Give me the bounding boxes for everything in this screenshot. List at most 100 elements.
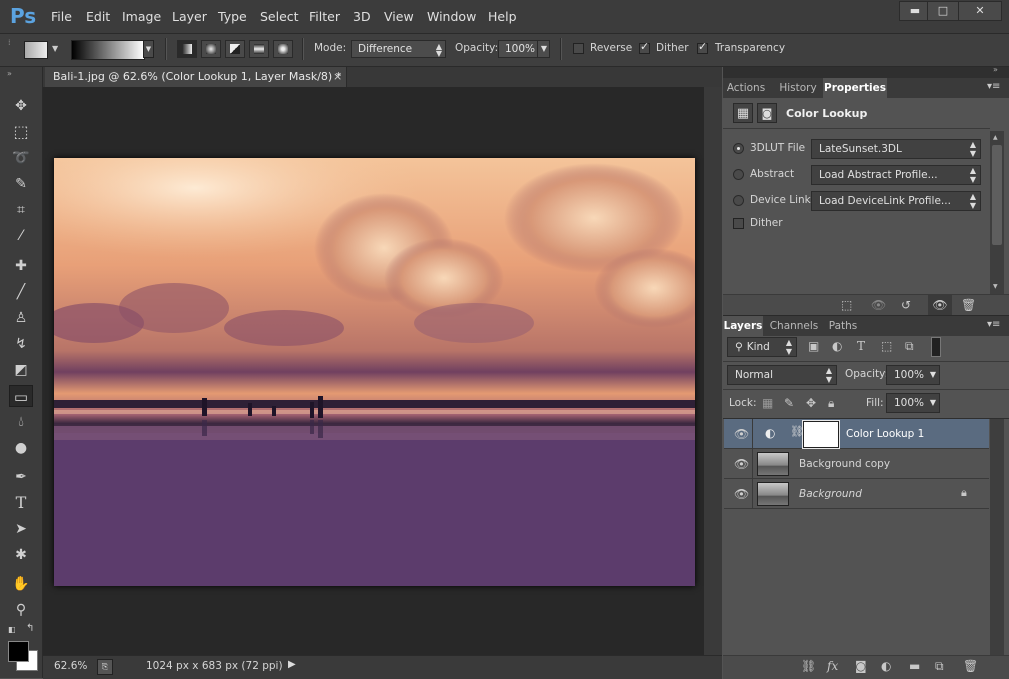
tab-layers[interactable]: Layers: [723, 316, 763, 336]
mode-dropdown[interactable]: Difference ▲ ▼: [351, 40, 446, 58]
blur-tool-icon[interactable]: 💧︎: [9, 411, 33, 433]
filter-kind-select[interactable]: ⚲ Kind ▲ ▼: [727, 337, 797, 357]
move-tool-icon[interactable]: ✥: [9, 95, 33, 117]
clone-stamp-tool-icon[interactable]: ♙: [9, 307, 33, 329]
crop-tool-icon[interactable]: ⌗: [9, 199, 33, 221]
properties-scrollbar[interactable]: ▲ ▼: [990, 131, 1004, 294]
history-brush-tool-icon[interactable]: ↯: [9, 333, 33, 355]
angle-gradient-button[interactable]: [225, 40, 245, 58]
layer-name[interactable]: Color Lookup 1: [846, 428, 924, 440]
scroll-up-icon[interactable]: ▲: [993, 134, 998, 141]
filter-smart-objects-icon[interactable]: ⧉: [905, 339, 914, 354]
chevron-down-icon[interactable]: ▼: [930, 394, 936, 412]
reflected-gradient-button[interactable]: [249, 40, 269, 58]
menu-help[interactable]: Help: [488, 9, 517, 24]
radio-3dlut[interactable]: [733, 143, 744, 154]
foreground-color-swatch[interactable]: [8, 641, 29, 662]
tab-history[interactable]: History: [775, 78, 821, 98]
status-menu-arrow-icon[interactable]: ▶: [288, 659, 296, 670]
layer-name[interactable]: Background: [799, 488, 862, 500]
chevron-down-icon[interactable]: ▼: [930, 366, 936, 384]
toggle-visibility-icon[interactable]: 👁︎: [928, 295, 952, 315]
radio-device-link[interactable]: [733, 195, 744, 206]
marquee-tool-icon[interactable]: ⬚: [9, 121, 33, 143]
eraser-tool-icon[interactable]: ◩: [9, 359, 33, 381]
healing-brush-tool-icon[interactable]: ✚: [9, 255, 33, 277]
layer-visibility-eye-icon[interactable]: 👁︎: [734, 487, 749, 501]
custom-shape-tool-icon[interactable]: ✱: [9, 544, 33, 566]
maximize-button[interactable]: □: [927, 1, 959, 21]
default-colors-icon[interactable]: ◧: [8, 625, 16, 634]
adjustment-grid-icon[interactable]: ▦: [733, 103, 753, 123]
gradient-tool-icon[interactable]: ▭: [9, 385, 33, 407]
lock-transparent-pixels-icon[interactable]: ▦: [762, 396, 773, 410]
add-mask-icon[interactable]: ◙: [855, 659, 867, 673]
delete-adjustment-icon[interactable]: 🗑︎: [961, 298, 976, 312]
lock-position-icon[interactable]: ✥: [806, 396, 816, 410]
collapse-arrows-icon[interactable]: »: [7, 69, 12, 78]
filter-shape-layers-icon[interactable]: ⬚: [881, 339, 892, 353]
properties-dither-checkbox[interactable]: [733, 218, 744, 229]
menu-file[interactable]: File: [51, 9, 72, 24]
pen-tool-icon[interactable]: ✒: [9, 466, 33, 488]
new-group-icon[interactable]: ▬: [909, 659, 920, 673]
mask-icon[interactable]: ◙: [757, 103, 777, 123]
panel-menu-icon[interactable]: ▾≡: [987, 81, 1000, 92]
lock-all-icon[interactable]: 🔒︎: [828, 396, 834, 411]
lasso-tool-icon[interactable]: ➰: [9, 147, 33, 169]
menu-select[interactable]: Select: [260, 9, 299, 24]
chevron-down-icon[interactable]: ▼: [52, 44, 58, 53]
reverse-checkbox[interactable]: [573, 43, 584, 54]
clip-to-layer-icon[interactable]: ⬚: [841, 298, 852, 312]
share-icon[interactable]: ⎘: [97, 659, 113, 675]
opacity-input[interactable]: 100% ▼: [498, 40, 550, 58]
layer-visibility-eye-icon[interactable]: 👁︎: [734, 457, 749, 471]
quick-selection-tool-icon[interactable]: ✎: [9, 173, 33, 195]
select-3dlut-file[interactable]: LateSunset.3DL ▲ ▼: [811, 139, 981, 159]
gradient-dropdown-icon[interactable]: ▼: [143, 40, 154, 58]
chevron-down-icon[interactable]: ▼: [536, 41, 547, 57]
transparency-checkbox[interactable]: [697, 40, 708, 54]
radial-gradient-button[interactable]: [201, 40, 221, 58]
diamond-gradient-button[interactable]: [273, 40, 293, 58]
photoshop-logo[interactable]: Ps: [10, 4, 36, 28]
tab-channels[interactable]: Channels: [769, 316, 819, 336]
vertical-scrollbar[interactable]: [704, 87, 722, 655]
zoom-tool-icon[interactable]: ⚲: [9, 599, 33, 621]
menu-image[interactable]: Image: [122, 9, 161, 24]
blend-mode-select[interactable]: Normal ▲ ▼: [727, 365, 837, 385]
layer-opacity-input[interactable]: 100% ▼: [886, 365, 940, 385]
tab-properties[interactable]: Properties: [823, 78, 887, 98]
scroll-down-icon[interactable]: ▼: [993, 283, 998, 290]
tab-paths[interactable]: Paths: [823, 316, 863, 336]
link-chain-icon[interactable]: ⛓︎: [790, 425, 804, 438]
close-window-button[interactable]: ✕: [958, 1, 1002, 21]
layer-visibility-eye-icon[interactable]: 👁︎: [734, 427, 749, 441]
view-previous-state-icon[interactable]: 👁︎: [871, 298, 886, 312]
menu-3d[interactable]: 3D: [353, 9, 371, 24]
gradient-picker[interactable]: [71, 40, 145, 60]
collapse-arrows-icon[interactable]: »: [993, 65, 998, 74]
close-tab-icon[interactable]: ×: [333, 67, 342, 87]
document-image[interactable]: [54, 158, 695, 586]
menu-view[interactable]: View: [384, 9, 414, 24]
document-tab[interactable]: Bali-1.jpg @ 62.6% (Color Lookup 1, Laye…: [45, 67, 347, 87]
menu-filter[interactable]: Filter: [309, 9, 340, 24]
panel-menu-icon[interactable]: ▾≡: [987, 319, 1000, 330]
reset-icon[interactable]: ↺: [901, 298, 911, 312]
type-tool-icon[interactable]: T: [9, 492, 33, 514]
menu-edit[interactable]: Edit: [86, 9, 110, 24]
filter-toggle[interactable]: [931, 337, 941, 357]
fill-input[interactable]: 100% ▼: [886, 393, 940, 413]
dither-checkbox[interactable]: [639, 40, 650, 54]
radio-abstract[interactable]: [733, 169, 744, 180]
dodge-tool-icon[interactable]: ●: [9, 437, 33, 459]
filter-type-layers-icon[interactable]: T: [857, 339, 865, 353]
layer-style-fx-icon[interactable]: fx: [827, 659, 838, 673]
eyedropper-tool-icon[interactable]: ⁄: [9, 225, 33, 247]
linear-gradient-button[interactable]: [177, 40, 197, 58]
hand-tool-icon[interactable]: ✋: [9, 573, 33, 595]
tool-preset-picker[interactable]: [24, 41, 48, 59]
menu-window[interactable]: Window: [427, 9, 476, 24]
layer-name[interactable]: Background copy: [799, 458, 890, 470]
